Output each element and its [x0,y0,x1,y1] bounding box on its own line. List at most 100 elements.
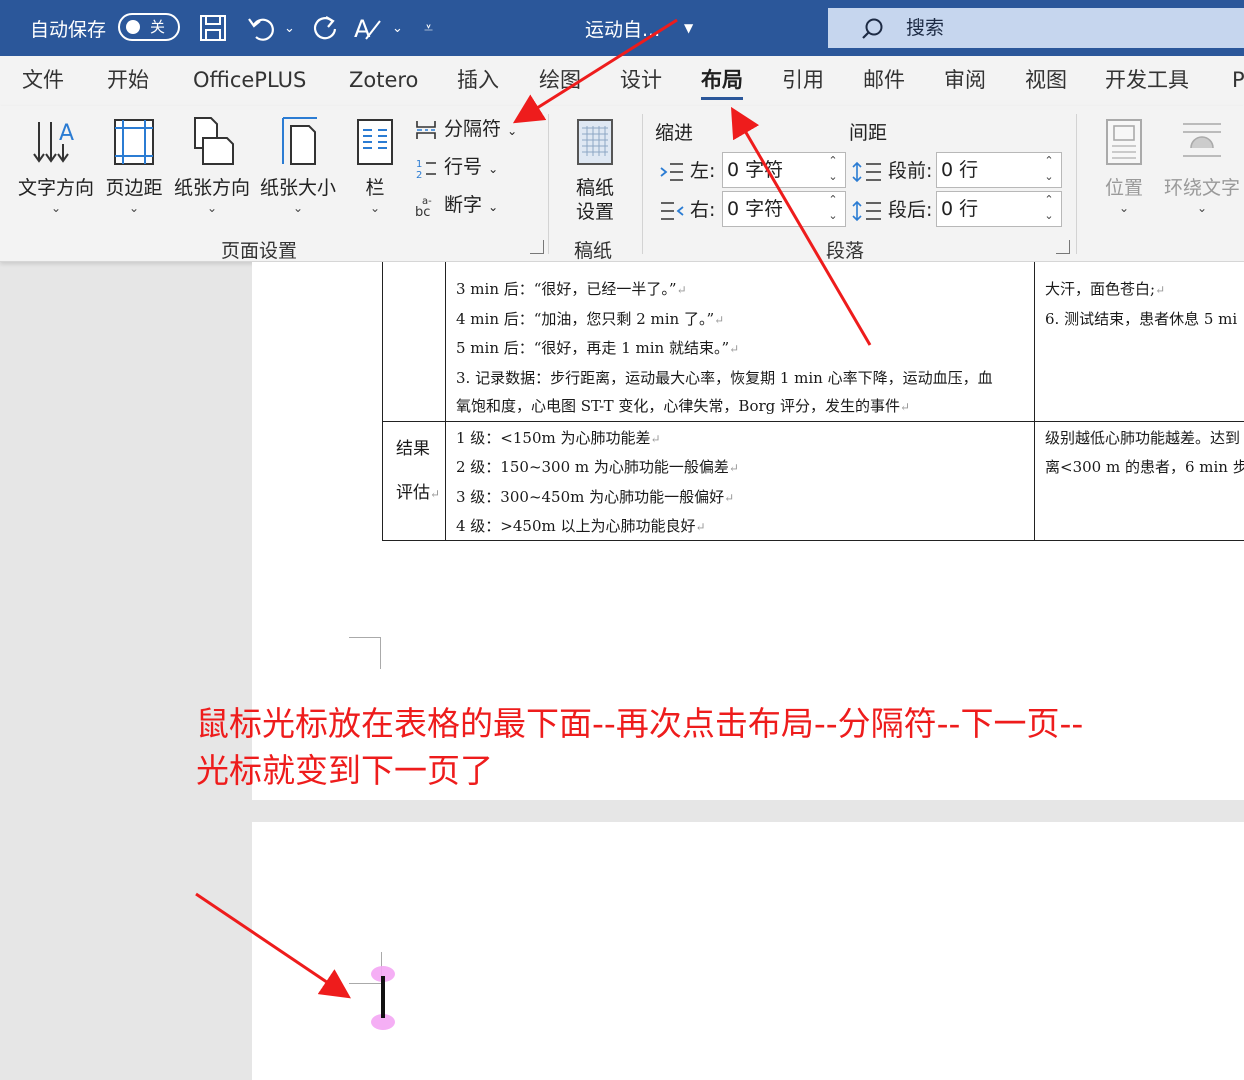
search-box[interactable]: 搜索 [828,8,1244,48]
tab-home[interactable]: 开始 [107,56,149,106]
manuscript-settings-button[interactable]: 稿纸 设置 [560,114,630,223]
breaks-button[interactable]: 分隔符 ⌄ [414,114,517,144]
spacing-after-input[interactable]: 0 行 ⌃ ⌄ [936,191,1062,227]
autosave-label: 自动保存 [30,18,107,41]
group-separator [1076,114,1077,254]
page-setup-launcher-icon[interactable] [530,240,544,254]
table-border [382,262,383,541]
tab-zotero[interactable]: Zotero [349,56,418,106]
position-button[interactable]: 位置 ⌄ [1098,114,1150,215]
tab-file[interactable]: 文件 [22,56,64,106]
format-dropdown-icon[interactable]: ⌄ [392,0,403,56]
chevron-down-icon: ⌄ [1118,201,1130,215]
indent-right-input[interactable]: 0 字符 ⌃ ⌄ [722,191,846,227]
indent-header: 缩进 [655,122,694,144]
manuscript-group-label: 稿纸 [574,240,613,262]
table-border [1034,262,1035,541]
margins-button[interactable]: 页边距 ⌄ [102,114,166,215]
hyphenation-icon: bca- [415,196,432,220]
table-cell-text: 离<300 m 的患者，6 min 步行 [1045,458,1244,476]
text-direction-button[interactable]: A 文字方向 ⌄ [14,114,98,215]
spacing-before-label: 段前: [888,160,933,182]
hyphenation-label: 断字 [444,194,483,216]
wrap-text-button[interactable]: 环绕文字 ⌄ [1160,114,1244,215]
indent-left-value: 0 字符 [727,159,784,181]
size-button[interactable]: 纸张大小 ⌄ [256,114,340,215]
indent-right-icon [661,201,684,220]
spacing-header: 间距 [849,122,888,144]
table-cell-text: 4 级：>450m 以上为心肺功能良好↵ [456,517,706,535]
title-bar: 自动保存 关 ⌄ A ⌄ ⩡ 运动自... ▼ 搜索 [0,0,1244,56]
svg-text:2: 2 [416,170,422,180]
spacing-after-label: 段后: [888,199,933,221]
tab-developer[interactable]: 开发工具 [1105,56,1189,106]
tab-officeplus[interactable]: OfficePLUS [193,56,306,106]
tab-review[interactable]: 审阅 [944,56,986,106]
orientation-icon [194,117,234,165]
tab-design[interactable]: 设计 [620,56,662,106]
page-setup-group-label: 页面设置 [221,240,298,262]
tab-references[interactable]: 引用 [782,56,824,106]
undo-dropdown-icon[interactable]: ⌄ [284,0,295,56]
text-cursor-icon [371,966,395,1030]
tab-insert[interactable]: 插入 [457,56,499,106]
table-cell-text: 氧饱和度，心电图 ST-T 变化，心律失常，Borg 评分，发生的事件↵ [456,397,911,415]
indent-left-label-wrap: 左: [660,156,715,186]
undo-icon[interactable] [246,0,276,56]
svg-text:A: A [59,121,74,146]
table-cell-text: 5 min 后：“很好，再走 1 min 就结束。”↵ [456,339,740,357]
chevron-down-icon: ⌄ [369,201,381,215]
title-dropdown-icon[interactable]: ▼ [684,0,693,56]
format-painter-icon[interactable]: A [352,0,384,56]
wrap-text-label: 环绕文字 [1163,177,1240,199]
autosave-toggle[interactable]: 关 [118,13,180,41]
customize-qat-icon[interactable]: ⩡ [424,0,433,56]
spacing-after-label-wrap: 段后: [852,195,932,225]
document-title[interactable]: 运动自... [585,0,660,56]
tab-mailings[interactable]: 邮件 [863,56,905,106]
paper-size-icon [282,117,317,165]
tab-more[interactable]: P [1232,56,1244,106]
hyphenation-button[interactable]: bc a- 断字 ⌄ [414,190,498,220]
indent-left-input[interactable]: 0 字符 ⌃ ⌄ [722,152,846,188]
svg-text:1: 1 [416,159,422,170]
indent-right-label: 右: [690,199,716,221]
line-numbers-button[interactable]: 12 行号 ⌄ [414,152,498,182]
spacing-after-value: 0 行 [941,198,979,220]
columns-button[interactable]: 栏 ⌄ [348,114,402,215]
paragraph-group-label: 段落 [826,240,865,262]
manuscript-line1: 稿纸 [575,177,614,199]
svg-text:A: A [354,15,371,43]
spacing-before-value: 0 行 [941,159,979,181]
spinner-arrows-icon[interactable]: ⌃ ⌄ [1037,192,1061,226]
tab-layout[interactable]: 布局 [701,56,743,106]
autosave-state: 关 [150,18,166,36]
table-cell-text: 6. 测试结束，患者休息 5 mi [1045,310,1238,328]
size-label: 纸张大小 [259,177,336,199]
spinner-arrows-icon[interactable]: ⌃ ⌄ [821,153,845,187]
table-border [445,262,446,541]
breaks-label: 分隔符 [444,118,502,140]
paragraph-launcher-icon[interactable] [1056,240,1070,254]
annotation-line-1: 鼠标光标放在表格的最下面--再次点击布局--分隔符--下一页-- [196,704,1084,743]
redo-icon[interactable] [310,0,340,56]
tab-view[interactable]: 视图 [1025,56,1067,106]
spinner-arrows-icon[interactable]: ⌃ ⌄ [821,192,845,226]
columns-icon [357,119,393,165]
table-cell-text: 1 级：<150m 为心肺功能差↵ [456,429,661,447]
document-page-next[interactable] [252,822,1244,1080]
search-placeholder: 搜索 [906,17,945,39]
manuscript-icon [577,119,613,165]
margins-icon [114,119,154,165]
spacing-after-icon [852,200,881,221]
chevron-down-icon: ⌄ [50,201,62,215]
spacing-before-input[interactable]: 0 行 ⌃ ⌄ [936,152,1062,188]
save-icon[interactable] [198,0,228,56]
orientation-button[interactable]: 纸张方向 ⌄ [170,114,254,215]
chevron-down-icon: ⌄ [292,201,304,215]
table-border [382,540,1244,541]
spacing-before-icon [852,161,881,182]
tab-draw[interactable]: 绘图 [539,56,581,106]
spinner-arrows-icon[interactable]: ⌃ ⌄ [1037,153,1061,187]
table-cell-text: 级别越低心肺功能越差。达到 [1045,429,1241,447]
